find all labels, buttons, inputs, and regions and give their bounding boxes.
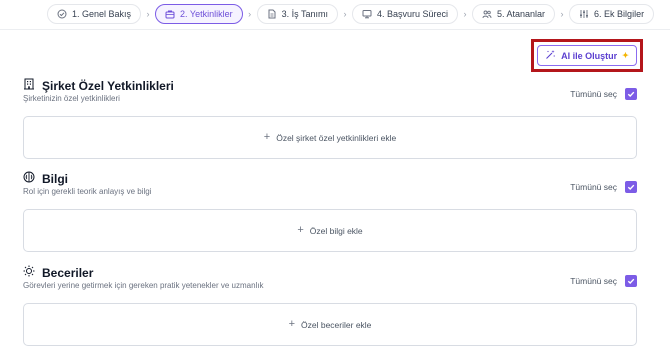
step-label: 1. Genel Bakış [72, 9, 132, 19]
plus-icon: + [288, 318, 296, 330]
document-icon [267, 9, 277, 19]
step-ek-bilgiler[interactable]: 6. Ek Bilgiler [569, 4, 655, 24]
brain-icon [23, 171, 35, 186]
section-title-text: Beceriler [42, 265, 94, 280]
section-title-skills: Beceriler [23, 265, 93, 280]
select-all-checkbox[interactable] [625, 181, 637, 193]
chevron-right-icon: › [146, 9, 150, 19]
section-subtitle: Rol için gerekli teorik anlayış ve bilgi [23, 187, 152, 196]
section-title-text: Bilgi [42, 171, 68, 186]
step-label: 2. Yetkinlikler [180, 9, 233, 19]
monitor-icon [362, 9, 372, 19]
add-skills-button[interactable]: + Özel beceriler ekle [23, 303, 637, 346]
check-circle-icon [57, 9, 67, 19]
section-subtitle: Şirketinizin özel yetkinlikleri [23, 94, 120, 103]
plus-icon: + [263, 131, 271, 143]
step-basvuru-sureci[interactable]: 4. Başvuru Süreci [351, 4, 458, 24]
briefcase-icon [165, 9, 175, 19]
select-all-knowledge: Tümünü seç [570, 181, 637, 193]
add-company-competency-button[interactable]: + Özel şirket özel yetkinlikleri ekle [23, 116, 637, 159]
section-title-knowledge: Bilgi [23, 171, 68, 186]
chevron-right-icon: › [343, 9, 347, 19]
magic-wand-icon [545, 49, 556, 62]
ai-generate-button[interactable]: AI ile Oluştur ✦ [537, 45, 637, 66]
chevron-right-icon: › [463, 9, 467, 19]
wizard-stepper: 1. Genel Bakış › 2. Yetkinlikler › 3. İş… [0, 0, 670, 28]
select-all-skills: Tümünü seç [570, 275, 637, 287]
chevron-right-icon: › [560, 9, 564, 19]
building-icon [23, 78, 35, 93]
step-label: 5. Atananlar [497, 9, 546, 19]
chevron-right-icon: › [248, 9, 252, 19]
select-all-checkbox[interactable] [625, 88, 637, 100]
select-all-checkbox[interactable] [625, 275, 637, 287]
plus-icon: + [297, 224, 304, 236]
section-subtitle: Görevleri yerine getirmek için gereken p… [23, 281, 264, 290]
lightbulb-icon [23, 265, 35, 280]
select-all-label: Tümünü seç [570, 182, 617, 192]
step-label: 4. Başvuru Süreci [376, 9, 448, 19]
step-is-tanimi[interactable]: 3. İş Tanımı [256, 4, 338, 24]
header-divider [0, 29, 670, 30]
add-knowledge-button[interactable]: + Özel bilgi ekle [23, 209, 637, 252]
step-label: 3. İş Tanımı [281, 9, 328, 19]
sparkle-icon: ✦ [622, 51, 629, 60]
section-title-text: Şirket Özel Yetkinlikleri [42, 78, 174, 93]
add-label: Özel bilgi ekle [309, 225, 363, 236]
select-all-label: Tümünü seç [570, 276, 617, 286]
section-title-company: Şirket Özel Yetkinlikleri [23, 78, 174, 93]
sliders-icon [579, 9, 589, 19]
step-genel-bakis[interactable]: 1. Genel Bakış [47, 4, 142, 24]
select-all-company: Tümünü seç [570, 88, 637, 100]
step-label: 6. Ek Bilgiler [594, 9, 645, 19]
add-label: Özel beceriler ekle [301, 319, 372, 330]
ai-button-label: AI ile Oluştur [561, 50, 618, 61]
select-all-label: Tümünü seç [570, 89, 617, 99]
users-icon [482, 9, 492, 19]
step-yetkinlikler[interactable]: 2. Yetkinlikler [155, 4, 243, 24]
add-label: Özel şirket özel yetkinlikleri ekle [276, 132, 397, 143]
step-atananlar[interactable]: 5. Atananlar [472, 4, 556, 24]
